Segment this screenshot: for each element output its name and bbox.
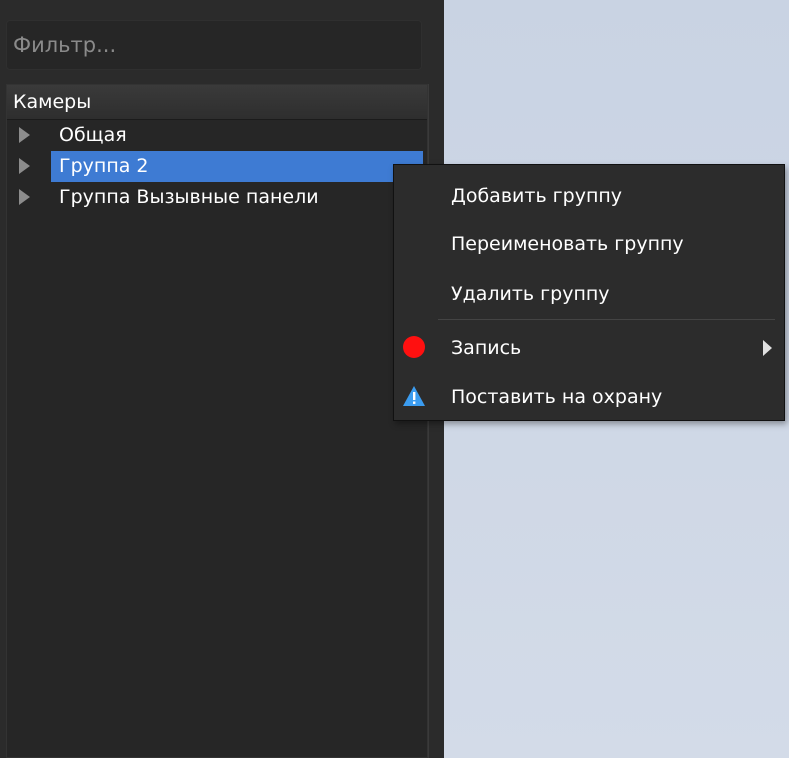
tree-item-gruppa-vyzyvnye-paneli[interactable]: Группа Вызывные панели [7, 182, 427, 213]
menu-item-add-group[interactable]: Добавить группу [394, 171, 784, 221]
tree-item-obshchaya[interactable]: Общая [7, 120, 427, 151]
menu-item-record[interactable]: Запись [394, 323, 784, 373]
tree-item-label: Группа Вызывные панели [59, 186, 319, 208]
menu-item-label: Удалить группу [451, 283, 610, 305]
menu-separator [438, 319, 775, 320]
menu-item-label: Запись [451, 337, 522, 359]
menu-item-delete-group[interactable]: Удалить группу [394, 269, 784, 319]
tree-item-label: Группа 2 [51, 151, 423, 182]
menu-item-label: Переименовать группу [451, 233, 684, 255]
tree-header-cameras: Камеры [7, 85, 427, 120]
tree-item-label: Общая [59, 124, 127, 146]
menu-item-label: Добавить группу [451, 185, 623, 207]
filter-input[interactable] [6, 20, 422, 70]
menu-item-rename-group[interactable]: Переименовать группу [394, 219, 784, 269]
warning-icon [403, 386, 425, 406]
menu-item-arm[interactable]: Поставить на охрану [394, 372, 784, 422]
expand-arrow-icon[interactable] [19, 158, 30, 174]
expand-arrow-icon[interactable] [19, 189, 30, 205]
tree-item-gruppa-2[interactable]: Группа 2 [7, 151, 427, 182]
menu-item-label: Поставить на охрану [451, 386, 663, 408]
submenu-arrow-icon [763, 340, 772, 356]
expand-arrow-icon[interactable] [19, 127, 30, 143]
record-icon [403, 336, 425, 358]
camera-tree: Камеры Общая Группа 2 Группа Вызывные па… [6, 84, 428, 758]
context-menu: Добавить группу Переименовать группу Уда… [393, 164, 785, 421]
